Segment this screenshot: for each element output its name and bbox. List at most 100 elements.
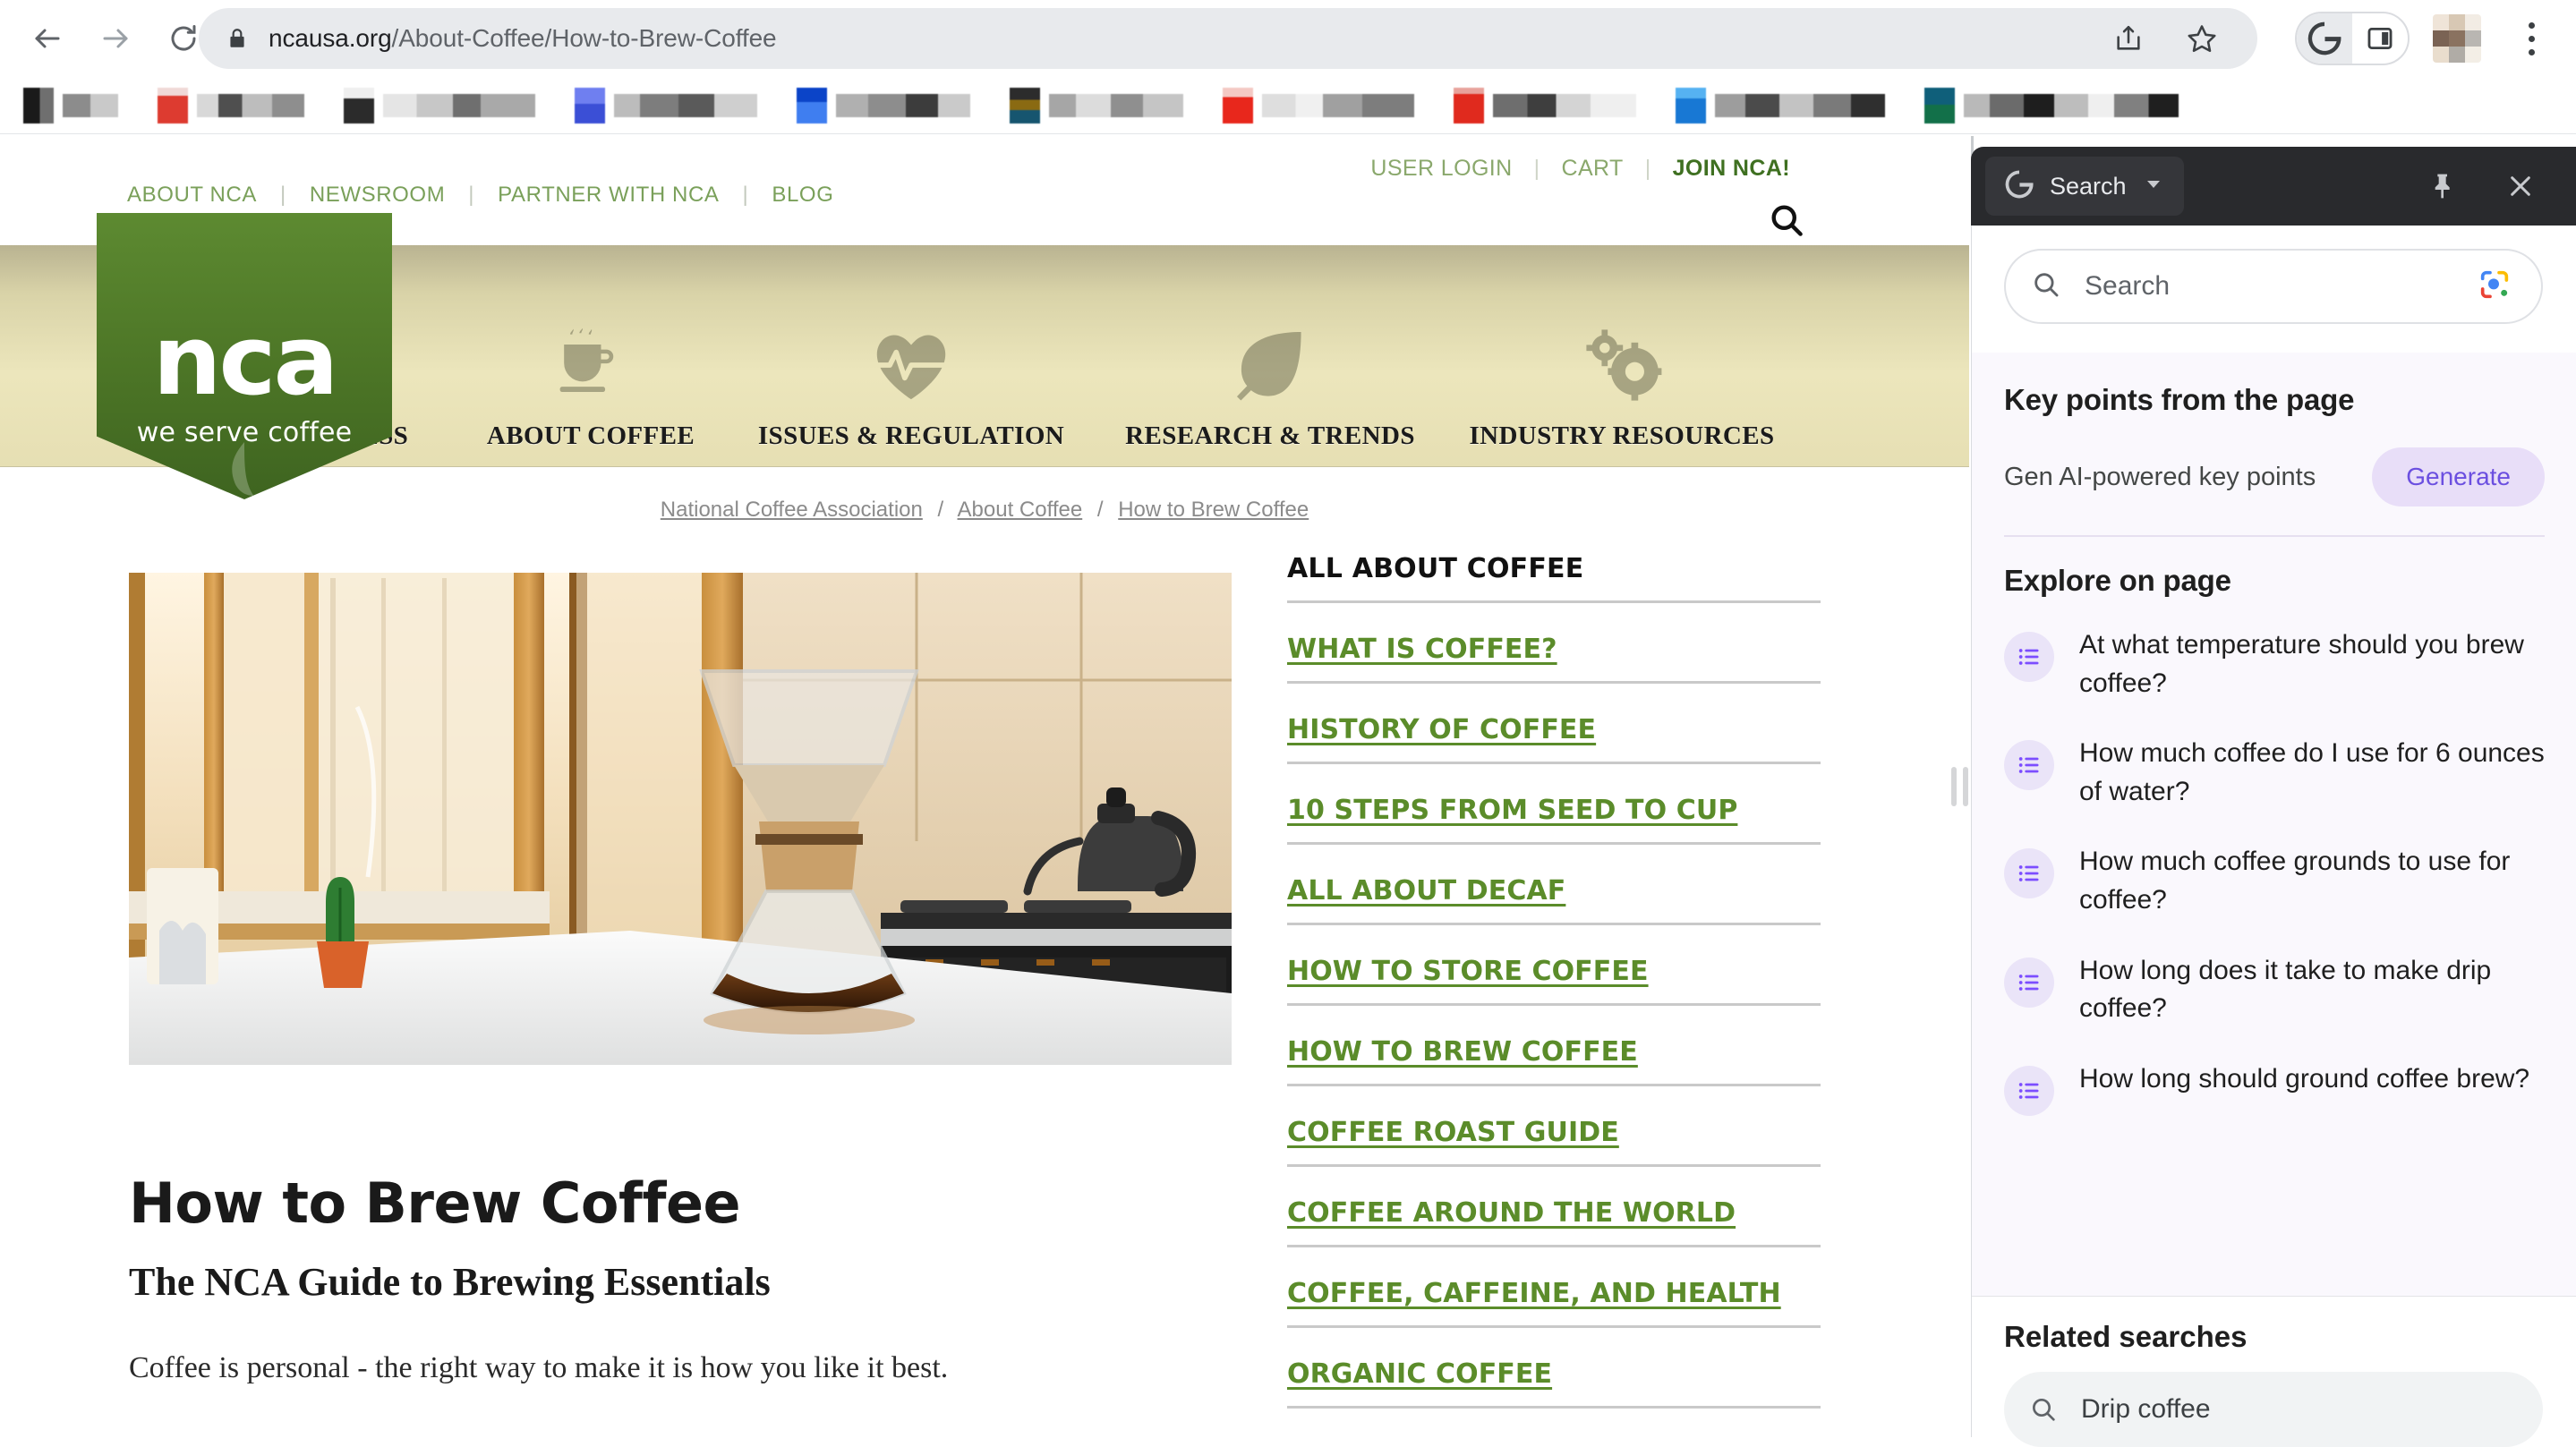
heart-pulse-icon bbox=[873, 328, 950, 410]
bookmark-item[interactable] bbox=[23, 86, 118, 125]
address-bar-url: ncausa.org/About-Coffee/How-to-Brew-Coff… bbox=[269, 24, 777, 53]
nav-item-label: ABOUT COFFEE bbox=[486, 421, 695, 450]
bookmark-item[interactable] bbox=[344, 86, 535, 125]
browser-chrome: ncausa.org/About-Coffee/How-to-Brew-Coff… bbox=[0, 0, 2576, 191]
search-icon[interactable] bbox=[1767, 200, 1806, 244]
nav-item-about-coffee[interactable]: ABOUT COFFEE bbox=[456, 328, 725, 467]
aside-link-coffee-caffeine-and-health[interactable]: COFFEE, CAFFEINE, AND HEALTH bbox=[1287, 1247, 1821, 1325]
side-panel-titlebar: Search bbox=[1971, 147, 2576, 226]
bookmark-item[interactable] bbox=[158, 86, 304, 125]
forward-button[interactable] bbox=[88, 11, 143, 66]
hero-image bbox=[129, 573, 1232, 1065]
address-bar[interactable]: ncausa.org/About-Coffee/How-to-Brew-Coff… bbox=[199, 8, 2257, 69]
key-points-title: Key points from the page bbox=[2004, 383, 2355, 416]
star-icon[interactable] bbox=[2180, 17, 2223, 60]
side-panel-selector[interactable]: Search bbox=[1985, 157, 2184, 216]
main-nav-items: SINESS ABOUT COFFEE bbox=[269, 245, 1969, 467]
explore-item[interactable]: How much coffee grounds to use for coffe… bbox=[2004, 827, 2545, 935]
aside-link-history-of-coffee[interactable]: HISTORY OF COFFEE bbox=[1287, 684, 1821, 762]
nav-separator: | bbox=[1533, 156, 1540, 181]
nca-logo[interactable]: nca we serve coffee bbox=[97, 213, 392, 499]
utility-nav-partner-with-nca[interactable]: PARTNER WITH NCA bbox=[498, 183, 719, 208]
list-bullet-icon bbox=[2004, 1065, 2054, 1116]
breadcrumb-item-current[interactable]: How to Brew Coffee bbox=[1118, 498, 1309, 522]
generate-button[interactable]: Generate bbox=[2372, 447, 2545, 506]
bookmark-item[interactable] bbox=[575, 86, 757, 125]
aside-link-coffee-around-the-world[interactable]: COFFEE AROUND THE WORLD bbox=[1287, 1167, 1821, 1245]
logo-shield: nca we serve coffee bbox=[97, 213, 392, 499]
aside-link-10-steps-from-seed-to-cup[interactable]: 10 STEPS FROM SEED TO CUP bbox=[1287, 764, 1821, 842]
account-nav-user-login[interactable]: USER LOGIN bbox=[1370, 156, 1512, 182]
bookmark-item[interactable] bbox=[1676, 86, 1885, 125]
page-subtitle: The NCA Guide to Brewing Essentials bbox=[129, 1260, 771, 1304]
pin-icon[interactable] bbox=[2420, 163, 2467, 209]
account-nav-cart[interactable]: CART bbox=[1562, 156, 1624, 182]
explore-list: At what temperature should you brew coff… bbox=[2004, 610, 2545, 1132]
list-bullet-icon bbox=[2004, 632, 2054, 682]
utility-nav-blog[interactable]: BLOG bbox=[772, 183, 833, 208]
google-side-panel-toggle[interactable] bbox=[2295, 12, 2410, 65]
utility-nav-about-nca[interactable]: ABOUT NCA bbox=[127, 183, 257, 208]
bookmark-item[interactable] bbox=[1924, 86, 2179, 125]
breadcrumb-item-about-coffee[interactable]: About Coffee bbox=[958, 498, 1083, 522]
chevron-down-icon bbox=[2143, 174, 2164, 200]
breadcrumb: National Coffee Association / About Coff… bbox=[0, 498, 1969, 523]
aside-link-organic-coffee[interactable]: ORGANIC COFFEE bbox=[1287, 1328, 1821, 1406]
related-searches-title: Related searches bbox=[2004, 1320, 2248, 1353]
profile-avatar[interactable] bbox=[2433, 14, 2481, 63]
explore-item[interactable]: How long should ground coffee brew? bbox=[2004, 1044, 2545, 1132]
side-panel-search-input[interactable]: Search bbox=[2004, 249, 2543, 324]
explore-title: Explore on page bbox=[2004, 564, 2231, 597]
lock-icon bbox=[226, 26, 249, 51]
bookmark-item[interactable] bbox=[1010, 86, 1183, 125]
three-dot-menu-icon[interactable] bbox=[2504, 6, 2558, 71]
explore-item-label: How long does it take to make drip coffe… bbox=[2079, 955, 2492, 1024]
search-placeholder: Search bbox=[2085, 271, 2171, 301]
bookmark-item[interactable] bbox=[1454, 86, 1636, 125]
back-button[interactable] bbox=[20, 11, 75, 66]
explore-item[interactable]: At what temperature should you brew coff… bbox=[2004, 610, 2545, 719]
aside-link-coffee-roast-guide[interactable]: COFFEE ROAST GUIDE bbox=[1287, 1086, 1821, 1164]
explore-item[interactable]: How much coffee do I use for 6 ounces of… bbox=[2004, 719, 2545, 827]
aside-link-how-to-brew-coffee[interactable]: HOW TO BREW COFFEE bbox=[1287, 1006, 1821, 1084]
key-points-section: Key points from the page Gen AI-powered … bbox=[1972, 353, 2576, 506]
bookmark-item[interactable] bbox=[1223, 86, 1414, 125]
page-content: How to Brew Coffee The NCA Guide to Brew… bbox=[0, 553, 1969, 1437]
explore-item[interactable]: How long does it take to make drip coffe… bbox=[2004, 936, 2545, 1044]
close-icon[interactable] bbox=[2497, 163, 2544, 209]
related-searches-section: Related searches Drip coffee bbox=[1972, 1296, 2576, 1447]
google-g-icon[interactable] bbox=[2297, 13, 2352, 64]
explore-item-label: How long should ground coffee brew? bbox=[2079, 1063, 2530, 1094]
google-lens-icon[interactable] bbox=[2477, 267, 2512, 307]
share-icon[interactable] bbox=[2107, 17, 2150, 60]
aside-link-what-is-coffee[interactable]: WHAT IS COFFEE? bbox=[1287, 603, 1821, 681]
breadcrumb-item-home[interactable]: National Coffee Association bbox=[661, 498, 923, 522]
nav-item-industry-resources[interactable]: INDUSTRY RESOURCES bbox=[1443, 329, 1801, 467]
side-panel-scroll-area[interactable]: Key points from the page Gen AI-powered … bbox=[1972, 353, 2576, 1296]
aside-link-all-about-decaf[interactable]: ALL ABOUT DECAF bbox=[1287, 845, 1821, 923]
url-domain: ncausa.org bbox=[269, 24, 392, 52]
web-page-viewport: ABOUT NCA | NEWSROOM | PARTNER WITH NCA … bbox=[0, 136, 1969, 1437]
side-panel-icon[interactable] bbox=[2352, 13, 2408, 64]
nav-separator: | bbox=[279, 183, 286, 207]
aside-link-how-to-store-coffee[interactable]: HOW TO STORE COFFEE bbox=[1287, 925, 1821, 1003]
leaf-icon bbox=[1233, 328, 1308, 410]
explore-item-label: At what temperature should you brew coff… bbox=[2079, 630, 2524, 698]
toolbar-right-actions bbox=[2282, 0, 2576, 77]
explore-on-page-section: Explore on page At what temperature shou… bbox=[1972, 537, 2576, 1132]
aside-link-additional-resources[interactable]: ADDITIONAL RESOURCES bbox=[1287, 1409, 1821, 1437]
utility-nav-newsroom[interactable]: NEWSROOM bbox=[310, 183, 445, 208]
key-points-subtitle: Gen AI-powered key points bbox=[2004, 462, 2316, 491]
nav-item-issues-regulation[interactable]: ISSUES & REGULATION bbox=[725, 335, 1097, 467]
side-panel-actions bbox=[2420, 163, 2544, 209]
panel-resize-handle[interactable] bbox=[1948, 760, 1971, 813]
bookmark-item[interactable] bbox=[797, 86, 970, 125]
nav-item-research-trends[interactable]: RESEARCH & TRENDS bbox=[1097, 331, 1443, 467]
related-search-chip[interactable]: Drip coffee bbox=[2004, 1372, 2543, 1447]
coffee-cup-icon bbox=[556, 328, 626, 410]
utility-nav: ABOUT NCA | NEWSROOM | PARTNER WITH NCA … bbox=[127, 183, 833, 208]
nav-item-label: RESEARCH & TRENDS bbox=[1125, 421, 1415, 450]
account-nav-join-nca[interactable]: JOIN NCA! bbox=[1673, 156, 1790, 182]
article-intro: Coffee is personal - the right way to ma… bbox=[129, 1351, 949, 1384]
forward-arrow-icon bbox=[103, 29, 128, 48]
